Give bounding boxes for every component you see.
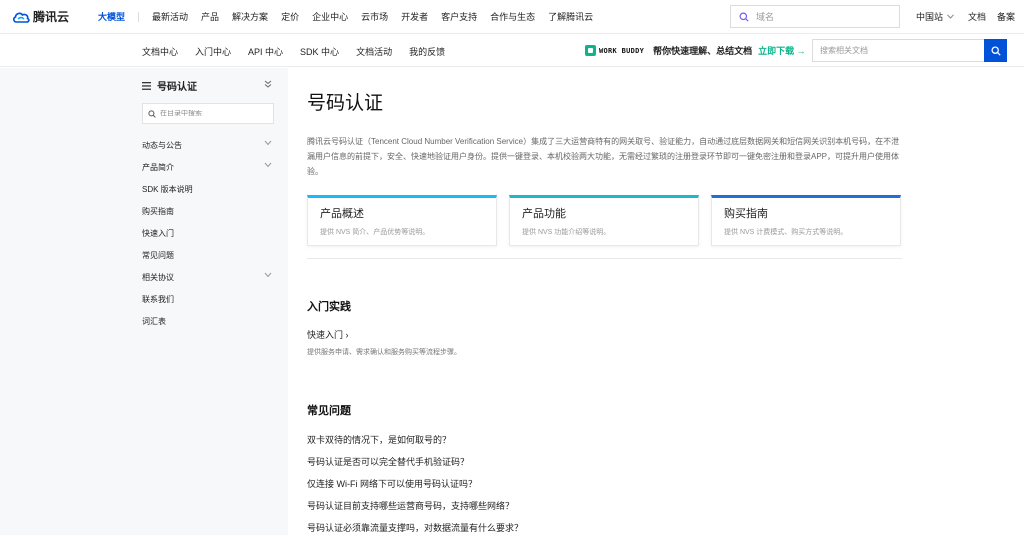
sidebar-item[interactable]: 词汇表 bbox=[142, 310, 278, 332]
workbuddy-icon bbox=[585, 45, 596, 56]
top-nav-item[interactable]: 合作与生态 bbox=[490, 10, 535, 23]
faq-item[interactable]: 号码认证目前支持哪些运营商号码，支持哪些网络？ bbox=[307, 499, 523, 521]
top-nav-item[interactable]: 定价 bbox=[281, 10, 299, 23]
sidebar-item[interactable]: 动态与公告 bbox=[142, 134, 278, 156]
practice-section-title: 入门实践 bbox=[307, 301, 351, 313]
docs-subnav: 文档中心 入门中心 API 中心 SDK 中心 文档活动 我的反馈 WORK BUDDY … bbox=[0, 34, 1024, 67]
search-icon bbox=[148, 109, 156, 118]
sidebar-item[interactable]: 相关协议 bbox=[142, 266, 278, 288]
workbuddy-promo[interactable]: WORK BUDDY 帮你快速理解、总结文档 立即下载 → bbox=[585, 44, 806, 57]
faq-item[interactable]: 双卡双待的情况下，是如何取号的？ bbox=[307, 433, 523, 455]
top-nav-item[interactable]: 了解腾讯云 bbox=[548, 10, 593, 23]
product-intro: 腾讯云号码认证（Tencent Cloud Number Verificatio… bbox=[307, 137, 900, 176]
tencent-cloud-logo[interactable]: 腾讯云 bbox=[12, 8, 76, 25]
card-purchase-guide[interactable]: 购买指南 提供 NVS 计费模式、购买方式等说明。 bbox=[711, 195, 901, 246]
faq-list: 双卡双待的情况下，是如何取号的？ 号码认证是否可以完全替代手机验证码？ 仅连接 Wi… bbox=[307, 433, 523, 543]
region-selector[interactable]: 中国站 bbox=[916, 10, 954, 23]
domain-search-input[interactable] bbox=[756, 11, 886, 22]
sidebar-title: 号码认证 bbox=[157, 82, 197, 93]
cloud-logo-icon bbox=[13, 12, 30, 23]
doc-search-button[interactable] bbox=[984, 39, 1007, 62]
top-nav-item[interactable]: 解决方案 bbox=[232, 10, 268, 23]
sidebar: 号码认证 动态与公告产品简介 SDK 版本说明购买指南快速入门常见问题相关协议联系… bbox=[142, 68, 278, 332]
logo-text: 腾讯云 bbox=[33, 10, 70, 24]
quickstart-desc: 提供服务申请、需求确认和服务购买等流程步骤。 bbox=[307, 349, 461, 356]
chevron-down-icon bbox=[947, 14, 954, 19]
docs-subnav-menu: 文档中心 入门中心 API 中心 SDK 中心 文档活动 我的反馈 bbox=[142, 45, 462, 58]
sidebar-item-label: 联系我们 bbox=[142, 294, 174, 304]
doc-search-input[interactable] bbox=[812, 39, 984, 62]
top-nav-item[interactable]: 最新活动 bbox=[152, 10, 188, 23]
region-label: 中国站 bbox=[916, 12, 944, 22]
doc-search-box bbox=[812, 39, 1007, 62]
top-nav-item[interactable]: 开发者 bbox=[401, 10, 428, 23]
sidebar-item-label: 购买指南 bbox=[142, 206, 174, 216]
sidebar-search-box[interactable] bbox=[142, 103, 274, 124]
faq-item[interactable]: 号码认证是否可以完全替代手机验证码？ bbox=[307, 455, 523, 477]
sidebar-item-label: 常见问题 bbox=[142, 250, 174, 260]
domain-search-box[interactable] bbox=[730, 5, 900, 28]
chevron-down-icon[interactable] bbox=[264, 272, 272, 278]
sidebar-item-label: 快速入门 bbox=[142, 228, 174, 238]
domain-search-icon bbox=[739, 12, 749, 22]
card-desc: 提供 NVS 计费模式、购买方式等说明。 bbox=[724, 229, 848, 236]
faq-item[interactable]: 仅连接 Wi-Fi 网络下可以使用号码认证吗？ bbox=[307, 477, 523, 499]
faq-item[interactable]: 号码认证必须靠流量支撑吗，对数据流量有什么要求？ bbox=[307, 521, 523, 543]
card-desc: 提供 NVS 功能介绍等说明。 bbox=[522, 229, 611, 236]
top-navbar: 腾讯云 大模型 最新活动 产品 解决方案 定价 企业中心 云市场 开发者 客户支持 合作与生态 了解… bbox=[0, 0, 1024, 34]
quickstart-link[interactable]: 快速入门 › bbox=[307, 328, 349, 341]
top-nav-item[interactable]: 云市场 bbox=[361, 10, 388, 23]
workbuddy-logo: WORK BUDDY bbox=[585, 45, 644, 56]
overview-cards: 产品概述 提供 NVS 简介、产品优势等说明。 产品功能 提供 NVS 功能介绍… bbox=[307, 195, 913, 246]
top-nav-menu: 大模型 最新活动 产品 解决方案 定价 企业中心 云市场 开发者 客户支持 合作与生态 了解腾讯云 bbox=[98, 10, 606, 23]
card-title: 产品概述 bbox=[320, 208, 364, 220]
sidebar-item-label: 动态与公告 bbox=[142, 140, 182, 150]
sidebar-item[interactable]: 产品简介 bbox=[142, 156, 278, 178]
promo-text: 帮你快速理解、总结文档 bbox=[653, 46, 753, 56]
faq-section-title: 常见问题 bbox=[307, 405, 351, 417]
sidebar-item[interactable]: 购买指南 bbox=[142, 200, 278, 222]
card-desc: 提供 NVS 简介、产品优势等说明。 bbox=[320, 229, 430, 236]
sidebar-menu: 动态与公告产品简介 SDK 版本说明 购买指南快速入门常见问题相关协议联系我们词汇表 bbox=[142, 134, 278, 332]
sidebar-item[interactable]: 联系我们 bbox=[142, 288, 278, 310]
chevron-down-icon[interactable] bbox=[264, 162, 272, 168]
chevron-down-icon[interactable] bbox=[264, 140, 272, 146]
page-title: 号码认证 bbox=[307, 93, 384, 114]
download-now-link[interactable]: 立即下载 → bbox=[758, 44, 806, 57]
card-title: 产品功能 bbox=[522, 208, 566, 220]
sidebar-search-input[interactable] bbox=[160, 110, 260, 117]
collapse-icon[interactable] bbox=[264, 80, 272, 88]
card-title: 购买指南 bbox=[724, 208, 768, 220]
card-product-overview[interactable]: 产品概述 提供 NVS 简介、产品优势等说明。 bbox=[307, 195, 497, 246]
docs-subnav-item[interactable]: SDK 中心 bbox=[300, 45, 339, 58]
sidebar-item-label: SDK 版本说明 bbox=[142, 184, 193, 194]
docs-subnav-item[interactable]: 文档中心 bbox=[142, 45, 178, 58]
sidebar-item[interactable]: 常见问题 bbox=[142, 244, 278, 266]
top-nav-item[interactable]: 客户支持 bbox=[441, 10, 477, 23]
sidebar-header: 号码认证 bbox=[142, 68, 278, 103]
docs-subnav-item[interactable]: 文档活动 bbox=[356, 45, 392, 58]
workbuddy-brand: WORK BUDDY bbox=[599, 46, 645, 55]
docs-link[interactable]: 文档 bbox=[968, 10, 986, 23]
top-nav-item[interactable]: 企业中心 bbox=[312, 10, 348, 23]
docs-subnav-item[interactable]: 我的反馈 bbox=[409, 45, 445, 58]
sidebar-item[interactable]: 快速入门 bbox=[142, 222, 278, 244]
section-divider bbox=[307, 258, 902, 259]
sidebar-item-label: 词汇表 bbox=[142, 316, 166, 326]
menu-icon bbox=[142, 81, 151, 90]
top-nav-item[interactable]: 大模型 bbox=[98, 10, 125, 23]
docs-subnav-item[interactable]: API 中心 bbox=[248, 45, 283, 58]
search-icon bbox=[990, 45, 1001, 56]
card-product-features[interactable]: 产品功能 提供 NVS 功能介绍等说明。 bbox=[509, 195, 699, 246]
nav-divider bbox=[138, 11, 140, 22]
sidebar-item-label: 产品简介 bbox=[142, 162, 174, 172]
top-nav-item[interactable]: 产品 bbox=[201, 10, 219, 23]
docs-subnav-item[interactable]: 入门中心 bbox=[195, 45, 231, 58]
sidebar-item-label: 相关协议 bbox=[142, 272, 174, 282]
sidebar-item[interactable]: SDK 版本说明 bbox=[142, 178, 278, 200]
filing-link[interactable]: 备案 bbox=[997, 10, 1015, 23]
